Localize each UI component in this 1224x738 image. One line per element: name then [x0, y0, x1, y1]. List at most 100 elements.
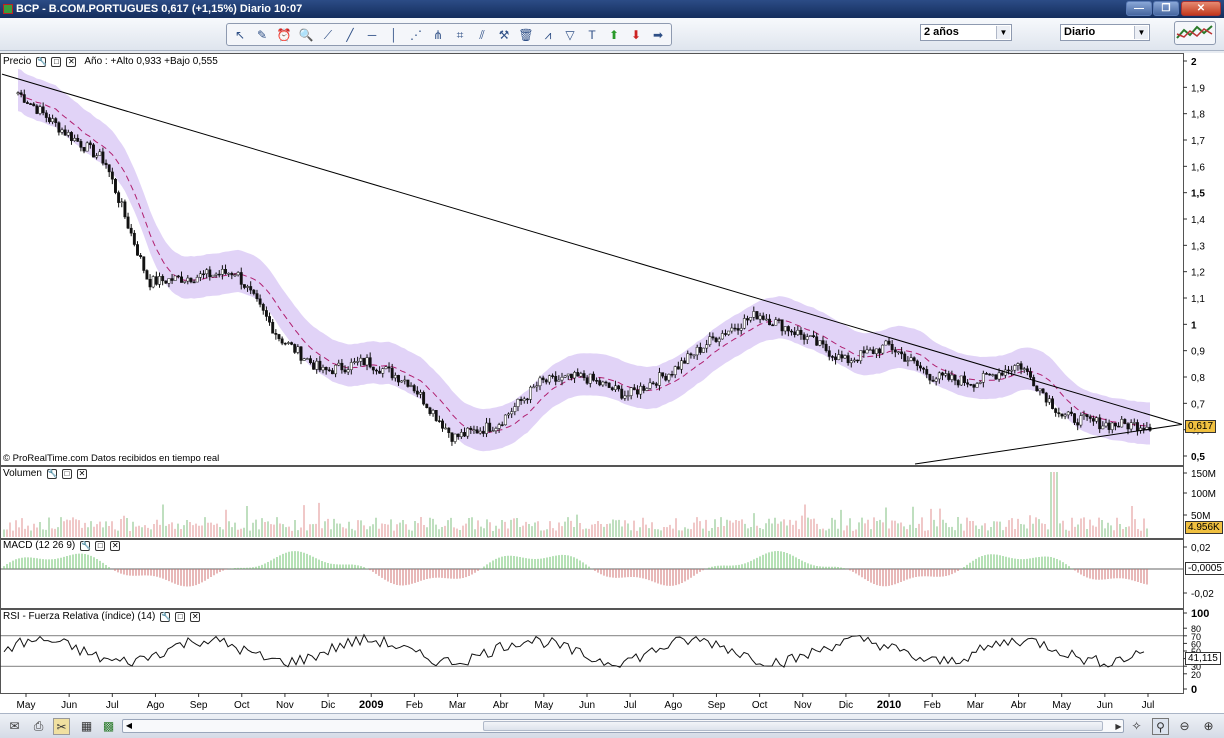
candle-body: [459, 432, 463, 437]
wrench-icon[interactable]: 🔧: [46, 468, 58, 479]
x-tick-label: May: [17, 700, 36, 711]
scroll-left-icon[interactable]: ◀: [123, 720, 135, 732]
parallel-channel-icon[interactable]: ⫽: [473, 26, 491, 44]
candle-body: [705, 344, 709, 349]
tools-icon[interactable]: ⚒: [495, 26, 513, 44]
calculator-icon[interactable]: ▦: [78, 718, 95, 735]
magic-icon[interactable]: ✧: [1128, 718, 1145, 735]
candle-body: [1142, 427, 1146, 430]
right-arrow-icon[interactable]: ➡: [649, 26, 667, 44]
period-select[interactable]: 2 años ▼: [920, 24, 1012, 41]
candle-body: [736, 328, 740, 331]
x-tick-label: Jun: [61, 700, 77, 711]
candle-body: [522, 398, 526, 401]
candle-body: [1104, 422, 1108, 427]
chart-area[interactable]: 2 1,9 1,8 1,7 1,6 1,5 1,4 1,3 1,2 1,1 1 0,9 0,8 0,7 0,…: [0, 53, 1224, 713]
candle-body: [941, 372, 944, 376]
status-bar: ✉ ⎙ ✂ ▦ ▩ ◀ ▶ ✧ ⚲ ⊖ ⊕: [0, 713, 1224, 738]
candle-body: [195, 277, 199, 283]
mail-icon[interactable]: ✉: [6, 718, 23, 735]
zoom-out-icon[interactable]: ⊖: [1176, 718, 1193, 735]
window-icon[interactable]: □: [95, 540, 106, 551]
minimize-button[interactable]: —: [1126, 1, 1152, 16]
candle-body: [202, 273, 205, 276]
candle-body: [799, 329, 803, 335]
price-panel-info: Año : +Alto 0,933 +Bajo 0,555: [84, 56, 218, 67]
close-icon[interactable]: ✕: [66, 56, 77, 67]
candle-body: [38, 106, 42, 114]
zoom-in-icon[interactable]: ⊕: [1200, 718, 1217, 735]
close-icon[interactable]: ✕: [110, 540, 121, 551]
candle-body: [595, 380, 599, 382]
candle-body: [362, 357, 366, 366]
candle-body: [764, 318, 768, 321]
candle-body: [312, 362, 316, 370]
chart-type-button[interactable]: [1174, 21, 1216, 45]
window-icon[interactable]: □: [61, 468, 72, 479]
fibonacci-icon[interactable]: ▽: [561, 26, 579, 44]
fibonacci-fan-icon[interactable]: ⋰: [407, 26, 425, 44]
close-icon[interactable]: ✕: [76, 468, 87, 479]
candle-body: [1022, 368, 1026, 370]
drawing-toolbar: ↖ ✎ ⏰ 🔍 ⟋ ╱ ─ │ ⋰ ⋔ ⌗ ⫽ ⚒ 🗑 ⩘ ▽ T ⬆ ⬇ ➡ 2 años ▼ Diario ▼: [0, 18, 1224, 51]
candle-body: [711, 336, 715, 339]
vertical-line-icon[interactable]: │: [385, 26, 403, 44]
gann-icon[interactable]: ⌗: [451, 26, 469, 44]
interval-select[interactable]: Diario ▼: [1060, 24, 1150, 41]
candle-body: [1000, 372, 1004, 376]
candle-body: [274, 333, 278, 335]
macd-panel-label: MACD (12 26 9): [3, 540, 76, 551]
ruler-icon[interactable]: ✎: [253, 26, 271, 44]
candle-body: [296, 346, 300, 353]
candle-body: [698, 347, 702, 353]
chevron-down-icon: ▼: [1134, 26, 1148, 39]
price-panel-label: Precio: [3, 56, 32, 67]
candle-body: [692, 354, 696, 357]
wrench-icon[interactable]: 🔧: [36, 56, 47, 67]
candle-body: [934, 378, 938, 382]
window-icon[interactable]: □: [175, 611, 186, 622]
candle-body: [604, 381, 608, 384]
candle-body: [318, 360, 322, 371]
trendline-icon[interactable]: ╱: [341, 26, 359, 44]
segment-icon[interactable]: ⟋: [319, 26, 337, 44]
candle-body: [120, 201, 124, 203]
scroll-thumb[interactable]: [483, 721, 1103, 731]
candle-body: [419, 392, 422, 395]
candle-body: [368, 357, 372, 368]
print-icon[interactable]: ⎙: [30, 718, 47, 735]
chart-pattern-icon[interactable]: ⩘: [539, 26, 557, 44]
macd-y-label: 0,02: [1191, 543, 1211, 554]
close-icon[interactable]: ✕: [190, 611, 201, 622]
candle-body: [626, 395, 630, 397]
candle-body: [211, 274, 215, 278]
wrench-icon[interactable]: 🔧: [80, 540, 91, 551]
x-tick-label: Abr: [493, 700, 509, 711]
candle-body: [503, 414, 507, 426]
text-icon[interactable]: T: [583, 26, 601, 44]
horizontal-line-icon[interactable]: ─: [363, 26, 381, 44]
close-button[interactable]: ✕: [1181, 1, 1221, 16]
zoom-icon[interactable]: 🔍: [297, 26, 315, 44]
x-tick-label: Ago: [664, 700, 682, 711]
candle-body: [330, 370, 334, 375]
zoom-fit-icon[interactable]: ⚲: [1152, 718, 1169, 735]
scroll-right-icon[interactable]: ▶: [1110, 718, 1127, 735]
horizontal-scrollbar[interactable]: ◀: [122, 719, 1124, 733]
pointer-icon[interactable]: ↖: [231, 26, 249, 44]
candle-body: [63, 129, 67, 136]
alarm-icon[interactable]: ⏰: [275, 26, 293, 44]
candle-body: [340, 362, 344, 371]
scissors-icon[interactable]: ✂: [53, 718, 70, 735]
restore-button[interactable]: ❐: [1153, 1, 1179, 16]
andrews-fork-icon[interactable]: ⋔: [429, 26, 447, 44]
candle-body: [321, 367, 325, 371]
window-icon[interactable]: □: [51, 56, 62, 67]
y-tick-label: 1,8: [1191, 110, 1205, 121]
buy-arrow-icon[interactable]: ⬆: [605, 26, 623, 44]
wrench-icon[interactable]: 🔧: [160, 611, 171, 622]
sell-arrow-icon[interactable]: ⬇: [627, 26, 645, 44]
candle-body: [387, 366, 391, 369]
layout-icon[interactable]: ▩: [100, 718, 117, 735]
trash-icon[interactable]: 🗑: [517, 26, 535, 44]
